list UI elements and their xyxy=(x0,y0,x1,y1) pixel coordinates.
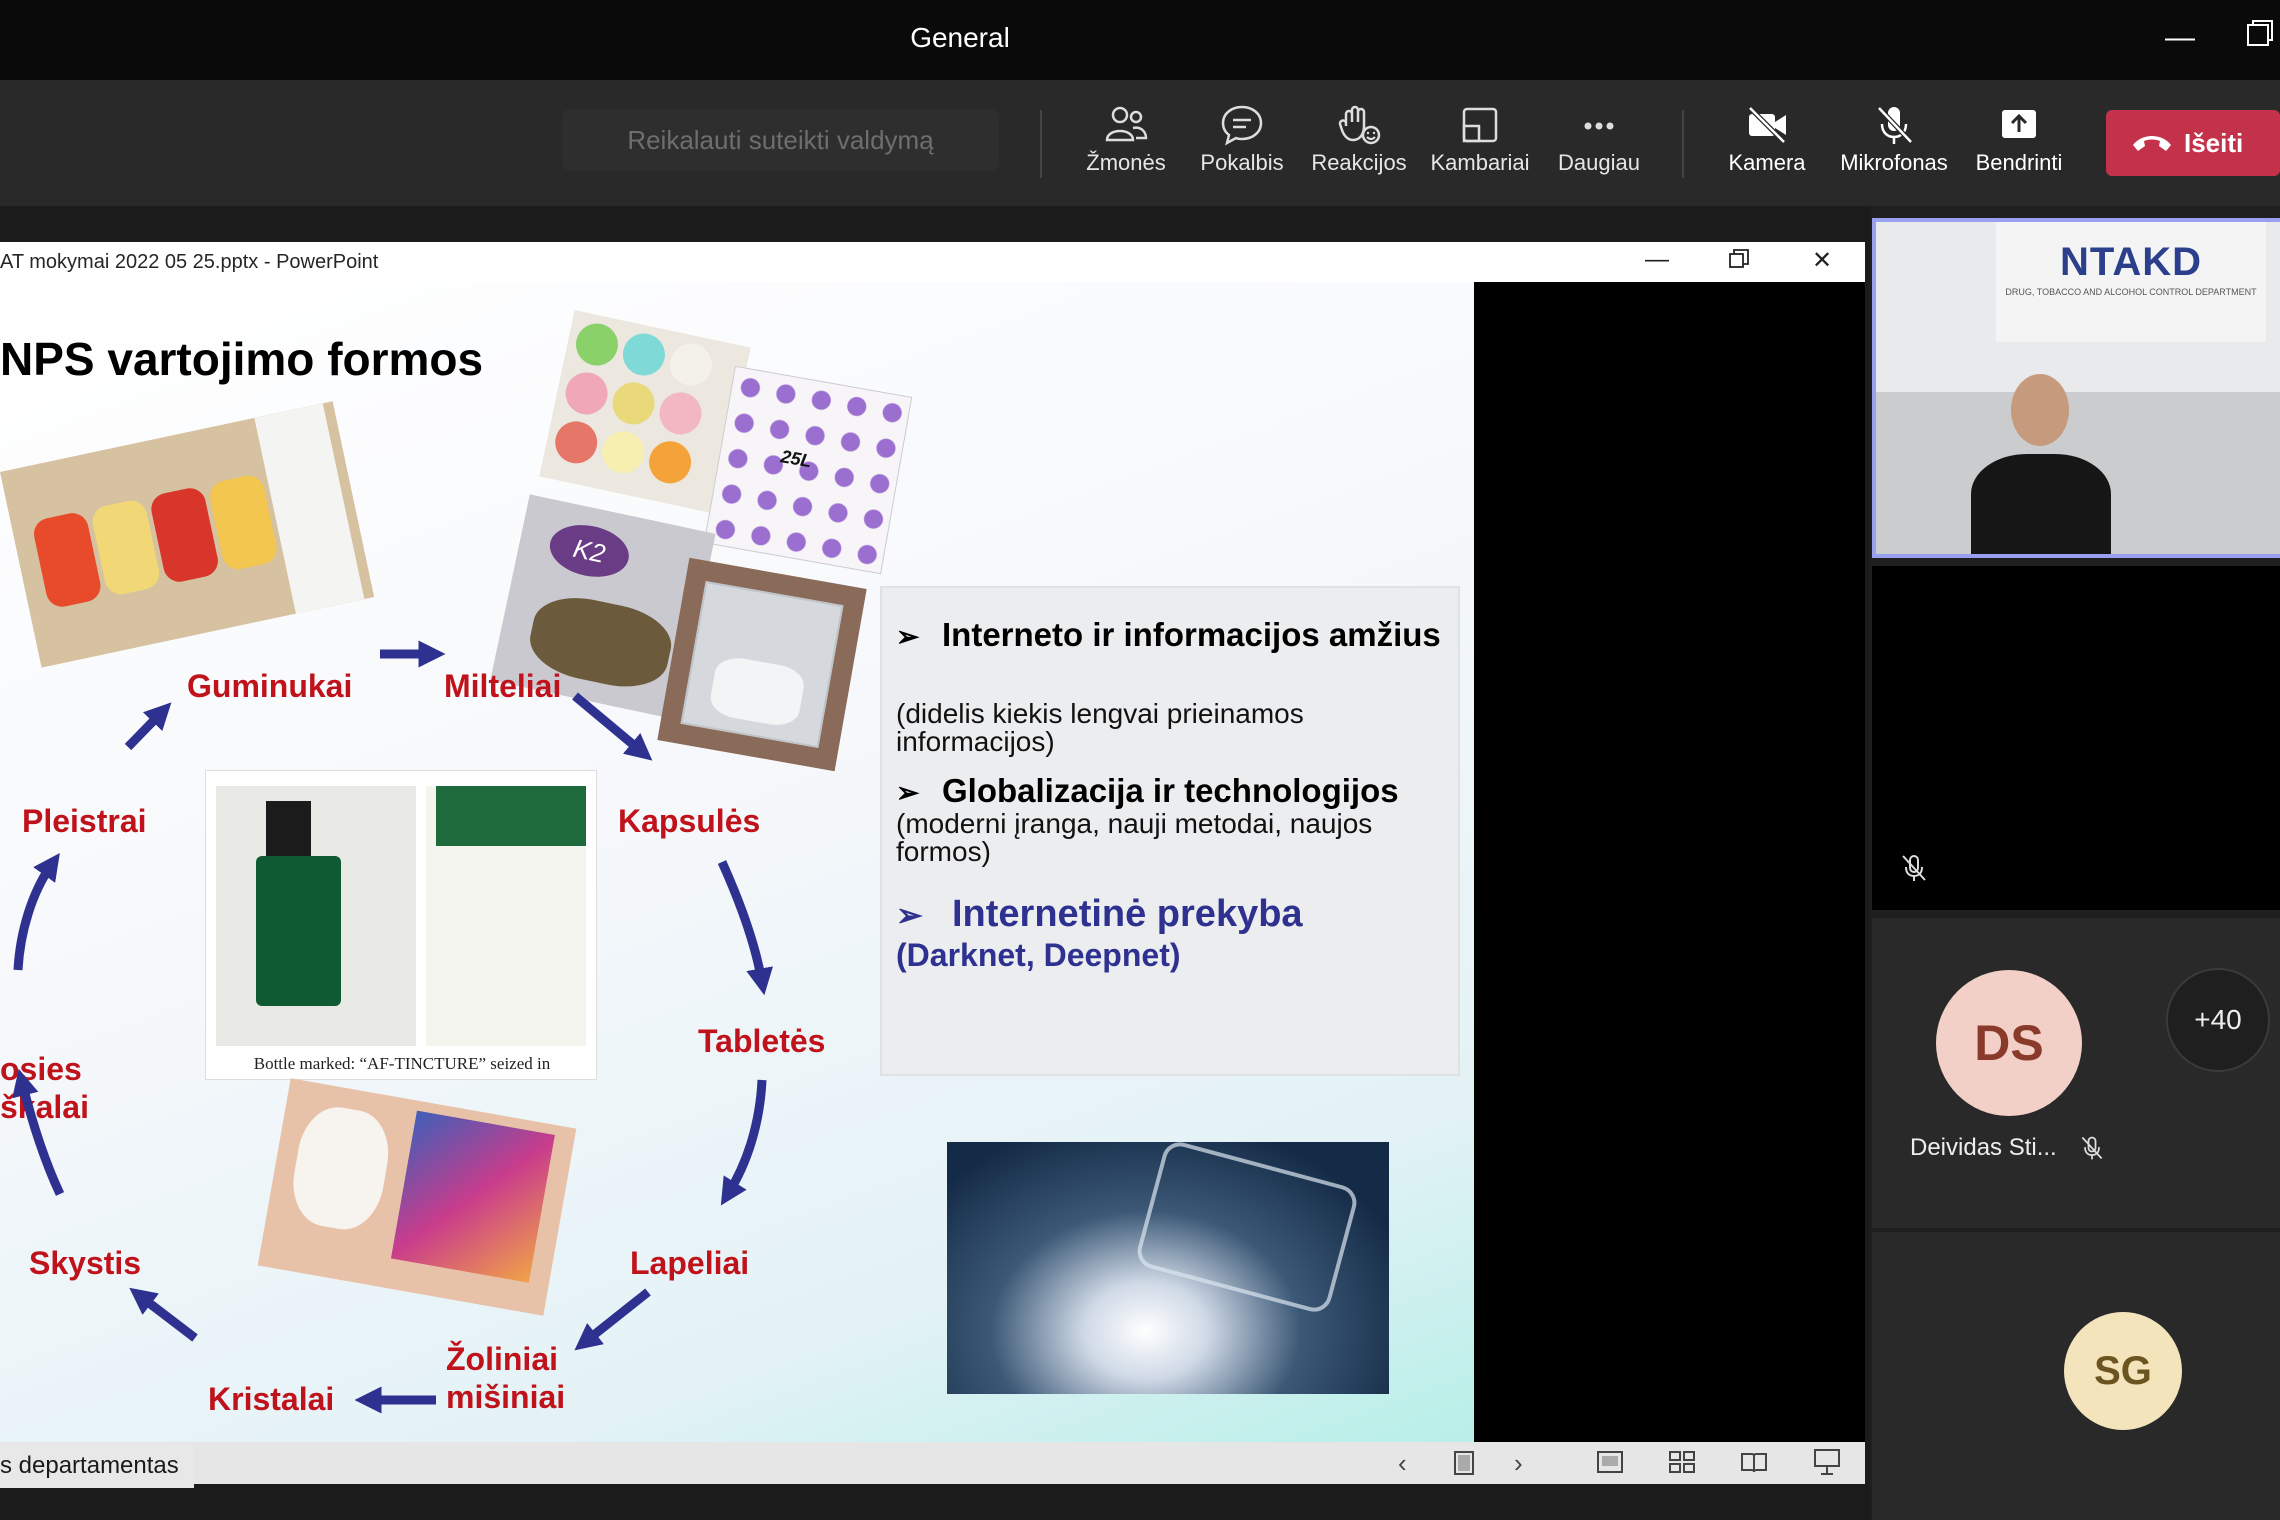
camera-label: Kamera xyxy=(1728,150,1806,175)
mic-off-icon xyxy=(2078,1134,2106,1167)
arrow-tabletes-lapeliai xyxy=(720,1079,767,1206)
people-icon xyxy=(1070,98,1182,150)
info-sub-3: (Darknet, Deepnet) xyxy=(896,937,1181,973)
window-title-bar: General — xyxy=(0,0,2280,80)
arrow-milteliai-kapsules xyxy=(572,692,653,761)
chat-icon xyxy=(1186,98,1298,150)
shared-powerpoint-window: AT mokymai 2022 05 25.pptx - PowerPoint … xyxy=(0,242,1865,1484)
participant-tile-no-video[interactable] xyxy=(1872,566,2280,910)
rooms-button[interactable]: Kambariai xyxy=(1424,98,1536,198)
ntakd-logo-panel: NTAKD DRUG, TOBACCO AND ALCOHOL CONTROL … xyxy=(1996,222,2266,342)
more-participants-badge[interactable]: +40 xyxy=(2166,968,2280,1072)
minimize-icon[interactable]: — xyxy=(2160,18,2200,58)
camera-off-icon xyxy=(1711,98,1823,150)
slide-thumbnail-icon[interactable] xyxy=(1452,1450,1476,1483)
mic-label: Mikrofonas xyxy=(1840,150,1948,175)
speaker-person xyxy=(1971,370,2111,554)
info-heading-3: ➢ Internetinė prekyba xyxy=(896,893,1303,935)
participant-name-ds: Deividas Sti... xyxy=(1910,1134,2057,1161)
camera-button[interactable]: Kamera xyxy=(1711,98,1823,198)
participant-video-tile[interactable]: NTAKD DRUG, TOBACCO AND ALCOHOL CONTROL … xyxy=(1872,218,2280,558)
bullet-arrow-icon: ➢ xyxy=(896,621,920,652)
info-heading-2: ➢ Globalizacija ir technologijos xyxy=(896,772,1399,809)
prev-slide-icon[interactable]: ‹ xyxy=(1398,1448,1407,1479)
ppt-title-bar: AT mokymai 2022 05 25.pptx - PowerPoint … xyxy=(0,242,1865,282)
slideshow-icon[interactable] xyxy=(1812,1448,1842,1483)
arrow-skystis-left xyxy=(12,1068,65,1196)
info-box: ➢ Interneto ir informacijos amžius (didel… xyxy=(880,586,1460,1076)
arrow-kristalai-skystis xyxy=(129,1287,198,1342)
info-heading-1: ➢ Interneto ir informacijos amžius xyxy=(896,616,1441,653)
reading-view-icon[interactable] xyxy=(1740,1450,1768,1481)
people-button[interactable]: Žmonės xyxy=(1070,98,1182,198)
normal-view-icon[interactable] xyxy=(1596,1450,1624,1481)
crystals-jar-photo xyxy=(947,1138,1389,1394)
ppt-restore-icon[interactable] xyxy=(1728,248,1750,277)
reactions-button[interactable]: Reakcijos xyxy=(1303,98,1415,198)
avatar-ds[interactable]: DS xyxy=(1936,970,2082,1116)
ppt-minimize-icon[interactable]: — xyxy=(1645,246,1669,274)
avatar-sg: SG xyxy=(2064,1312,2182,1430)
cycle-arrows xyxy=(12,640,773,1414)
window-title: General xyxy=(910,22,1010,53)
more-icon xyxy=(1543,98,1655,150)
slide: NPS vartojimo formos 25L K2 Bottle marke… xyxy=(0,282,1474,1442)
chat-button[interactable]: Pokalbis xyxy=(1186,98,1298,198)
presenter-name-tag: s departamentas xyxy=(0,1444,194,1488)
ppt-title: AT mokymai 2022 05 25.pptx - PowerPoint xyxy=(0,251,379,273)
ntakd-logo: NTAKD xyxy=(2059,240,2202,284)
arrow-kapsules-tabletes xyxy=(717,860,773,996)
restore-icon[interactable] xyxy=(2240,18,2280,58)
more-label: Daugiau xyxy=(1558,150,1640,175)
rooms-icon xyxy=(1424,98,1536,150)
toolbar-divider xyxy=(1682,110,1684,178)
bullet-arrow-icon: ➢ xyxy=(896,777,920,808)
mic-button[interactable]: Mikrofonas xyxy=(1838,98,1950,198)
people-label: Žmonės xyxy=(1086,150,1166,175)
share-label: Bendrinti xyxy=(1975,150,2063,175)
next-slide-icon[interactable]: › xyxy=(1514,1448,1523,1479)
arrow-left-pleistrai xyxy=(13,853,60,971)
toolbar-divider xyxy=(1040,110,1042,178)
ppt-close-icon[interactable]: ✕ xyxy=(1812,246,1832,275)
phone-hangup-icon xyxy=(2133,136,2171,151)
leave-button[interactable]: Išeiti xyxy=(2106,110,2280,176)
share-tray-icon xyxy=(1963,98,2075,150)
ppt-status-bar: ‹ › xyxy=(0,1442,1865,1484)
info-sub-1: (didelis kiekis lengvai prieinamos infor… xyxy=(896,698,1304,757)
slide-sorter-icon[interactable] xyxy=(1668,1450,1696,1481)
more-participants-count: +40 xyxy=(2166,968,2270,1072)
chat-label: Pokalbis xyxy=(1200,150,1284,175)
meeting-toolbar: Reikalauti suteikti valdymą Žmonės Pokal… xyxy=(0,80,2280,206)
info-sub-2: (moderni įranga, nauji metodai, naujos f… xyxy=(896,808,1373,867)
ntakd-logo-sub: DRUG, TOBACCO AND ALCOHOL CONTROL DEPART… xyxy=(2005,287,2257,297)
bullet-arrow-icon: ➢ xyxy=(896,897,923,933)
leave-label: Išeiti xyxy=(2184,128,2244,158)
mic-off-icon xyxy=(1838,98,1950,150)
participant-avatar-row xyxy=(1872,918,2280,1228)
reactions-label: Reakcijos xyxy=(1311,150,1407,175)
request-control-button[interactable]: Reikalauti suteikti valdymą xyxy=(562,110,999,170)
share-button[interactable]: Bendrinti xyxy=(1963,98,2075,198)
arrow-lapeliai-zoliniai xyxy=(574,1288,651,1351)
rooms-label: Kambariai xyxy=(1430,150,1530,175)
mic-off-icon xyxy=(1898,852,1930,884)
arrow-pleistrai-guminukai xyxy=(124,702,172,751)
hand-icon xyxy=(1303,98,1415,150)
more-button[interactable]: Daugiau xyxy=(1543,98,1655,198)
